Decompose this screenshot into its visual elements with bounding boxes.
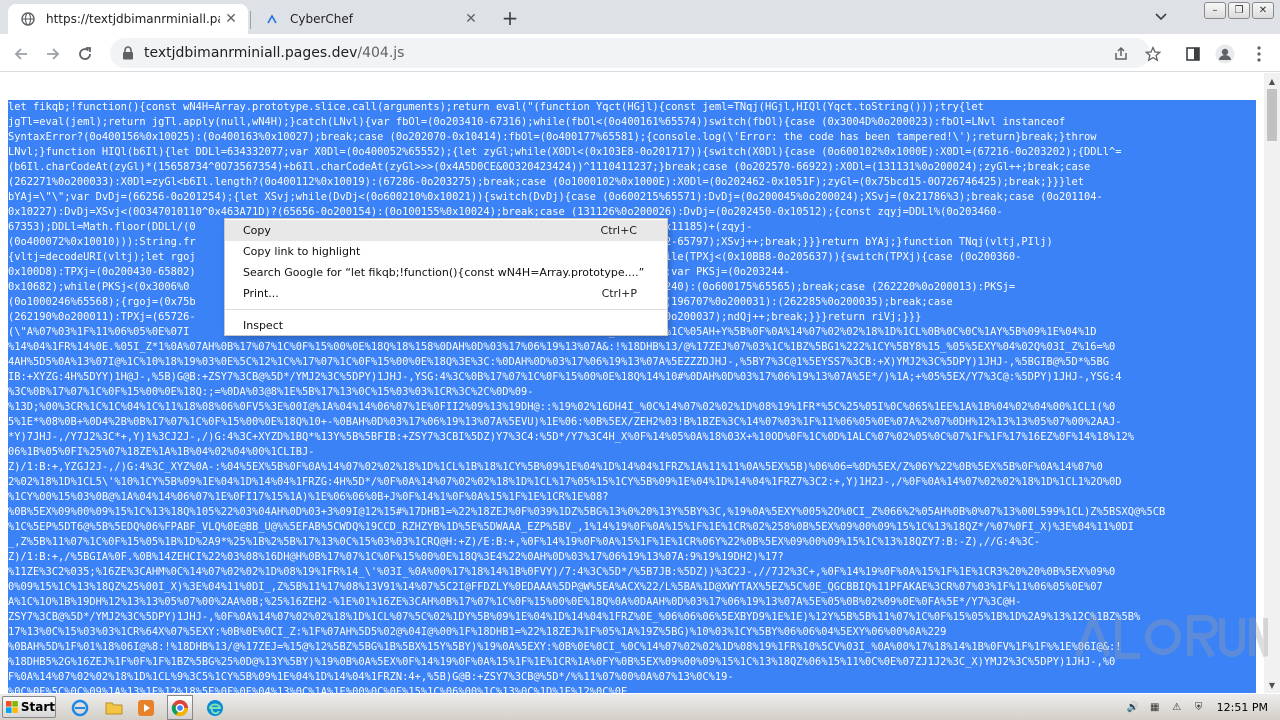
address-bar[interactable]: textjdbimanrminiall.pages.dev/404.js <box>110 38 1161 68</box>
code-line: %13D;%00%3CR%1C%1C%04%1C%11%18%08%06%0FV… <box>8 400 1256 415</box>
menu-item-shortcut: Ctrl+C <box>600 224 637 237</box>
scroll-up-arrow-icon[interactable]: ▲ <box>1264 73 1280 89</box>
ie-icon[interactable] <box>70 698 90 718</box>
system-tray: 🔊 ▦ ⚠ ⛨ 12:51 PM <box>1119 694 1280 720</box>
tab-strip: https://textjdbimanrminiall.pages.de ✕ C… <box>0 0 1280 34</box>
page-content: let fikqb;!function(){const wN4H=Array.p… <box>0 73 1264 693</box>
window-controls: – ❐ ✕ <box>1204 2 1274 19</box>
context-menu-search-google[interactable]: Search Google for “let fikqb;!function()… <box>225 262 667 283</box>
code-line: %1CY%00%15%03%0B@%1A%04%14%06%07%1E%0FI1… <box>8 490 1256 505</box>
code-line: %0B%5EX%09%00%09%15%1C%13%18Q%105%22%03%… <box>8 505 1256 520</box>
menu-item-label: Search Google for “let fikqb;!function()… <box>243 266 645 279</box>
url-path: /404.js <box>357 45 405 61</box>
menu-separator <box>225 309 667 310</box>
start-label: Start <box>20 700 55 714</box>
url-host: textjdbimanrminiall.pages.dev <box>144 45 358 61</box>
lock-icon[interactable] <box>120 45 136 61</box>
code-line: *Y)7JHJ-,/Y7J2%3C*+,Y)1%3CJ2J-,/)G:4%3C+… <box>8 430 1256 445</box>
windows-flag-icon <box>6 701 18 713</box>
browser-toolbar: textjdbimanrminiall.pages.dev/404.js <box>0 34 1280 72</box>
reload-button[interactable] <box>72 41 98 67</box>
taskbar: Start 🔊 ▦ ⚠ ⛨ 12:51 PM <box>0 693 1280 720</box>
menu-item-label: Copy link to highlight <box>243 245 361 258</box>
code-line: 5%1E*%08%0B+%0D4%2B%0B%17%07%1C%0F%15%00… <box>8 415 1256 430</box>
chrome-icon <box>171 699 189 716</box>
vertical-scrollbar[interactable]: ▲ ▼ <box>1264 73 1280 693</box>
code-line: bYAj=\"\";var DvDj=(66256-0o201254);{let… <box>8 190 1256 205</box>
scroll-down-arrow-icon[interactable]: ▼ <box>1264 677 1280 693</box>
code-line: Z)/1:B:+,/%5BGIA%0F.%0B%14ZEHCI%22%03%08… <box>8 550 1256 565</box>
close-window-button[interactable]: ✕ <box>1252 2 1274 19</box>
network-icon[interactable]: ▦ <box>1147 700 1163 716</box>
code-line: SyntaxError?(0o400156%0x10025):(0o400163… <box>8 130 1256 145</box>
forward-button[interactable] <box>40 41 66 67</box>
close-icon[interactable]: ✕ <box>220 8 242 30</box>
kebab-menu-icon[interactable] <box>1246 41 1272 67</box>
close-icon[interactable]: ✕ <box>460 8 482 30</box>
security-shield-icon[interactable]: ⛨ <box>1191 700 1207 716</box>
tab-separator <box>250 11 251 29</box>
speaker-icon[interactable]: 🔊 <box>1125 700 1141 716</box>
code-line: %1C%5EP%5DT6@%5B%5EDQ%06%FPABF_VLQ%0E@BB… <box>8 520 1256 535</box>
maximize-button[interactable]: ❐ <box>1228 2 1250 19</box>
code-line: 4AH%5D5%0A%13%07I@%1C%10%18%19%03%0E%5C%… <box>8 355 1256 370</box>
edge-icon[interactable] <box>205 698 225 718</box>
code-line: IB:+XYZG:4H%5DYY)1H@J-,%5B)G@B:+ZSY7%3CB… <box>8 370 1256 385</box>
menu-item-shortcut: Ctrl+P <box>601 287 637 300</box>
tab-active[interactable]: https://textjdbimanrminiall.pages.de ✕ <box>8 4 248 34</box>
media-player-icon[interactable] <box>136 698 156 718</box>
code-line: %11ZE%3C2%035;%16ZE%3CAHM%0C%14%07%02%02… <box>8 565 1256 580</box>
code-line: jgTl=eval(jeml);return jgTl.apply(null,w… <box>8 115 1256 130</box>
start-button[interactable]: Start <box>2 696 56 718</box>
code-line: 2%02%18%1D%1CL5\'%10%1CY%5B%09%1E%04%1D%… <box>8 475 1256 490</box>
minimize-button[interactable]: – <box>1204 2 1226 19</box>
cyberchef-icon <box>264 11 280 27</box>
code-line: Z)/1:B:+,YZGJ2J-,/)G:4%3C_XYZ%0A-:%04%5E… <box>8 460 1256 475</box>
code-line: %14%04%1FR%14%0E.%05I_Z*1%0A%07AH%0B%17%… <box>8 340 1256 355</box>
context-menu-copy[interactable]: Copy Ctrl+C <box>225 220 667 241</box>
context-menu-print[interactable]: Print... Ctrl+P <box>225 283 667 304</box>
code-line: 06%1B%05%0FI%25%07%18ZE%1A%1B%04%02%04%0… <box>8 445 1256 460</box>
side-panel-icon[interactable] <box>1180 41 1206 67</box>
chrome-taskbar-button[interactable] <box>167 695 193 720</box>
code-line: LNvl;}function HIQl(b6Il){let DDLl=63433… <box>8 145 1256 160</box>
globe-icon <box>20 11 36 27</box>
tab-cyberchef[interactable]: CyberChef ✕ <box>250 4 488 34</box>
code-line: %3C%0B%17%07%1C%0F%15%00%0E%18Q:;=%0DA%0… <box>8 385 1256 400</box>
tab-title: https://textjdbimanrminiall.pages.de <box>46 12 220 26</box>
code-line: F%0A%14%07%02%02%18%1D%1CL%9%3C5%1CY%5B%… <box>8 670 1256 685</box>
code-line: (b6Il.charCodeAt(zyGl)*(15658734^0O73567… <box>8 160 1256 175</box>
watermark-logo <box>1068 606 1269 666</box>
chevron-down-icon[interactable] <box>1150 6 1172 28</box>
tab-title: CyberChef <box>290 12 354 26</box>
url-text: textjdbimanrminiall.pages.dev/404.js <box>144 45 404 61</box>
profile-avatar[interactable] <box>1212 41 1238 67</box>
source-code-selection[interactable]: let fikqb;!function(){const wN4H=Array.p… <box>8 100 1256 693</box>
code-line: _,Z%5B%11%07%1C%0F%15%05%1B%1D%2A9*%25%1… <box>8 535 1256 550</box>
new-tab-button[interactable]: + <box>498 6 522 30</box>
code-line: %0C%0E%5C%0C%09%1A%13%1E%12%18%5E%0F%0E%… <box>8 685 1256 693</box>
taskbar-clock: 12:51 PM <box>1216 701 1268 714</box>
code-line: (262271%0o200033):X0Dl=zyGl<b6Il.length?… <box>8 175 1256 190</box>
context-menu: Copy Ctrl+C Copy link to highlight Searc… <box>224 218 668 336</box>
menu-item-label: Print... <box>243 287 279 300</box>
code-line: 0%09%15%1C%13%18QZ%25%00I_X)%3E%04%11%0D… <box>8 580 1256 595</box>
warning-icon[interactable]: ⚠ <box>1169 700 1185 716</box>
context-menu-inspect[interactable]: Inspect <box>225 315 667 336</box>
scrollbar-thumb[interactable] <box>1267 89 1277 141</box>
folder-icon[interactable] <box>104 698 124 718</box>
bookmark-star-icon[interactable] <box>1144 45 1162 63</box>
share-icon[interactable] <box>1112 45 1130 63</box>
context-menu-copy-link-to-highlight[interactable]: Copy link to highlight <box>225 241 667 262</box>
back-button[interactable] <box>8 41 34 67</box>
menu-item-label: Copy <box>243 224 271 237</box>
code-line: let fikqb;!function(){const wN4H=Array.p… <box>8 100 1256 115</box>
menu-item-label: Inspect <box>243 319 284 332</box>
